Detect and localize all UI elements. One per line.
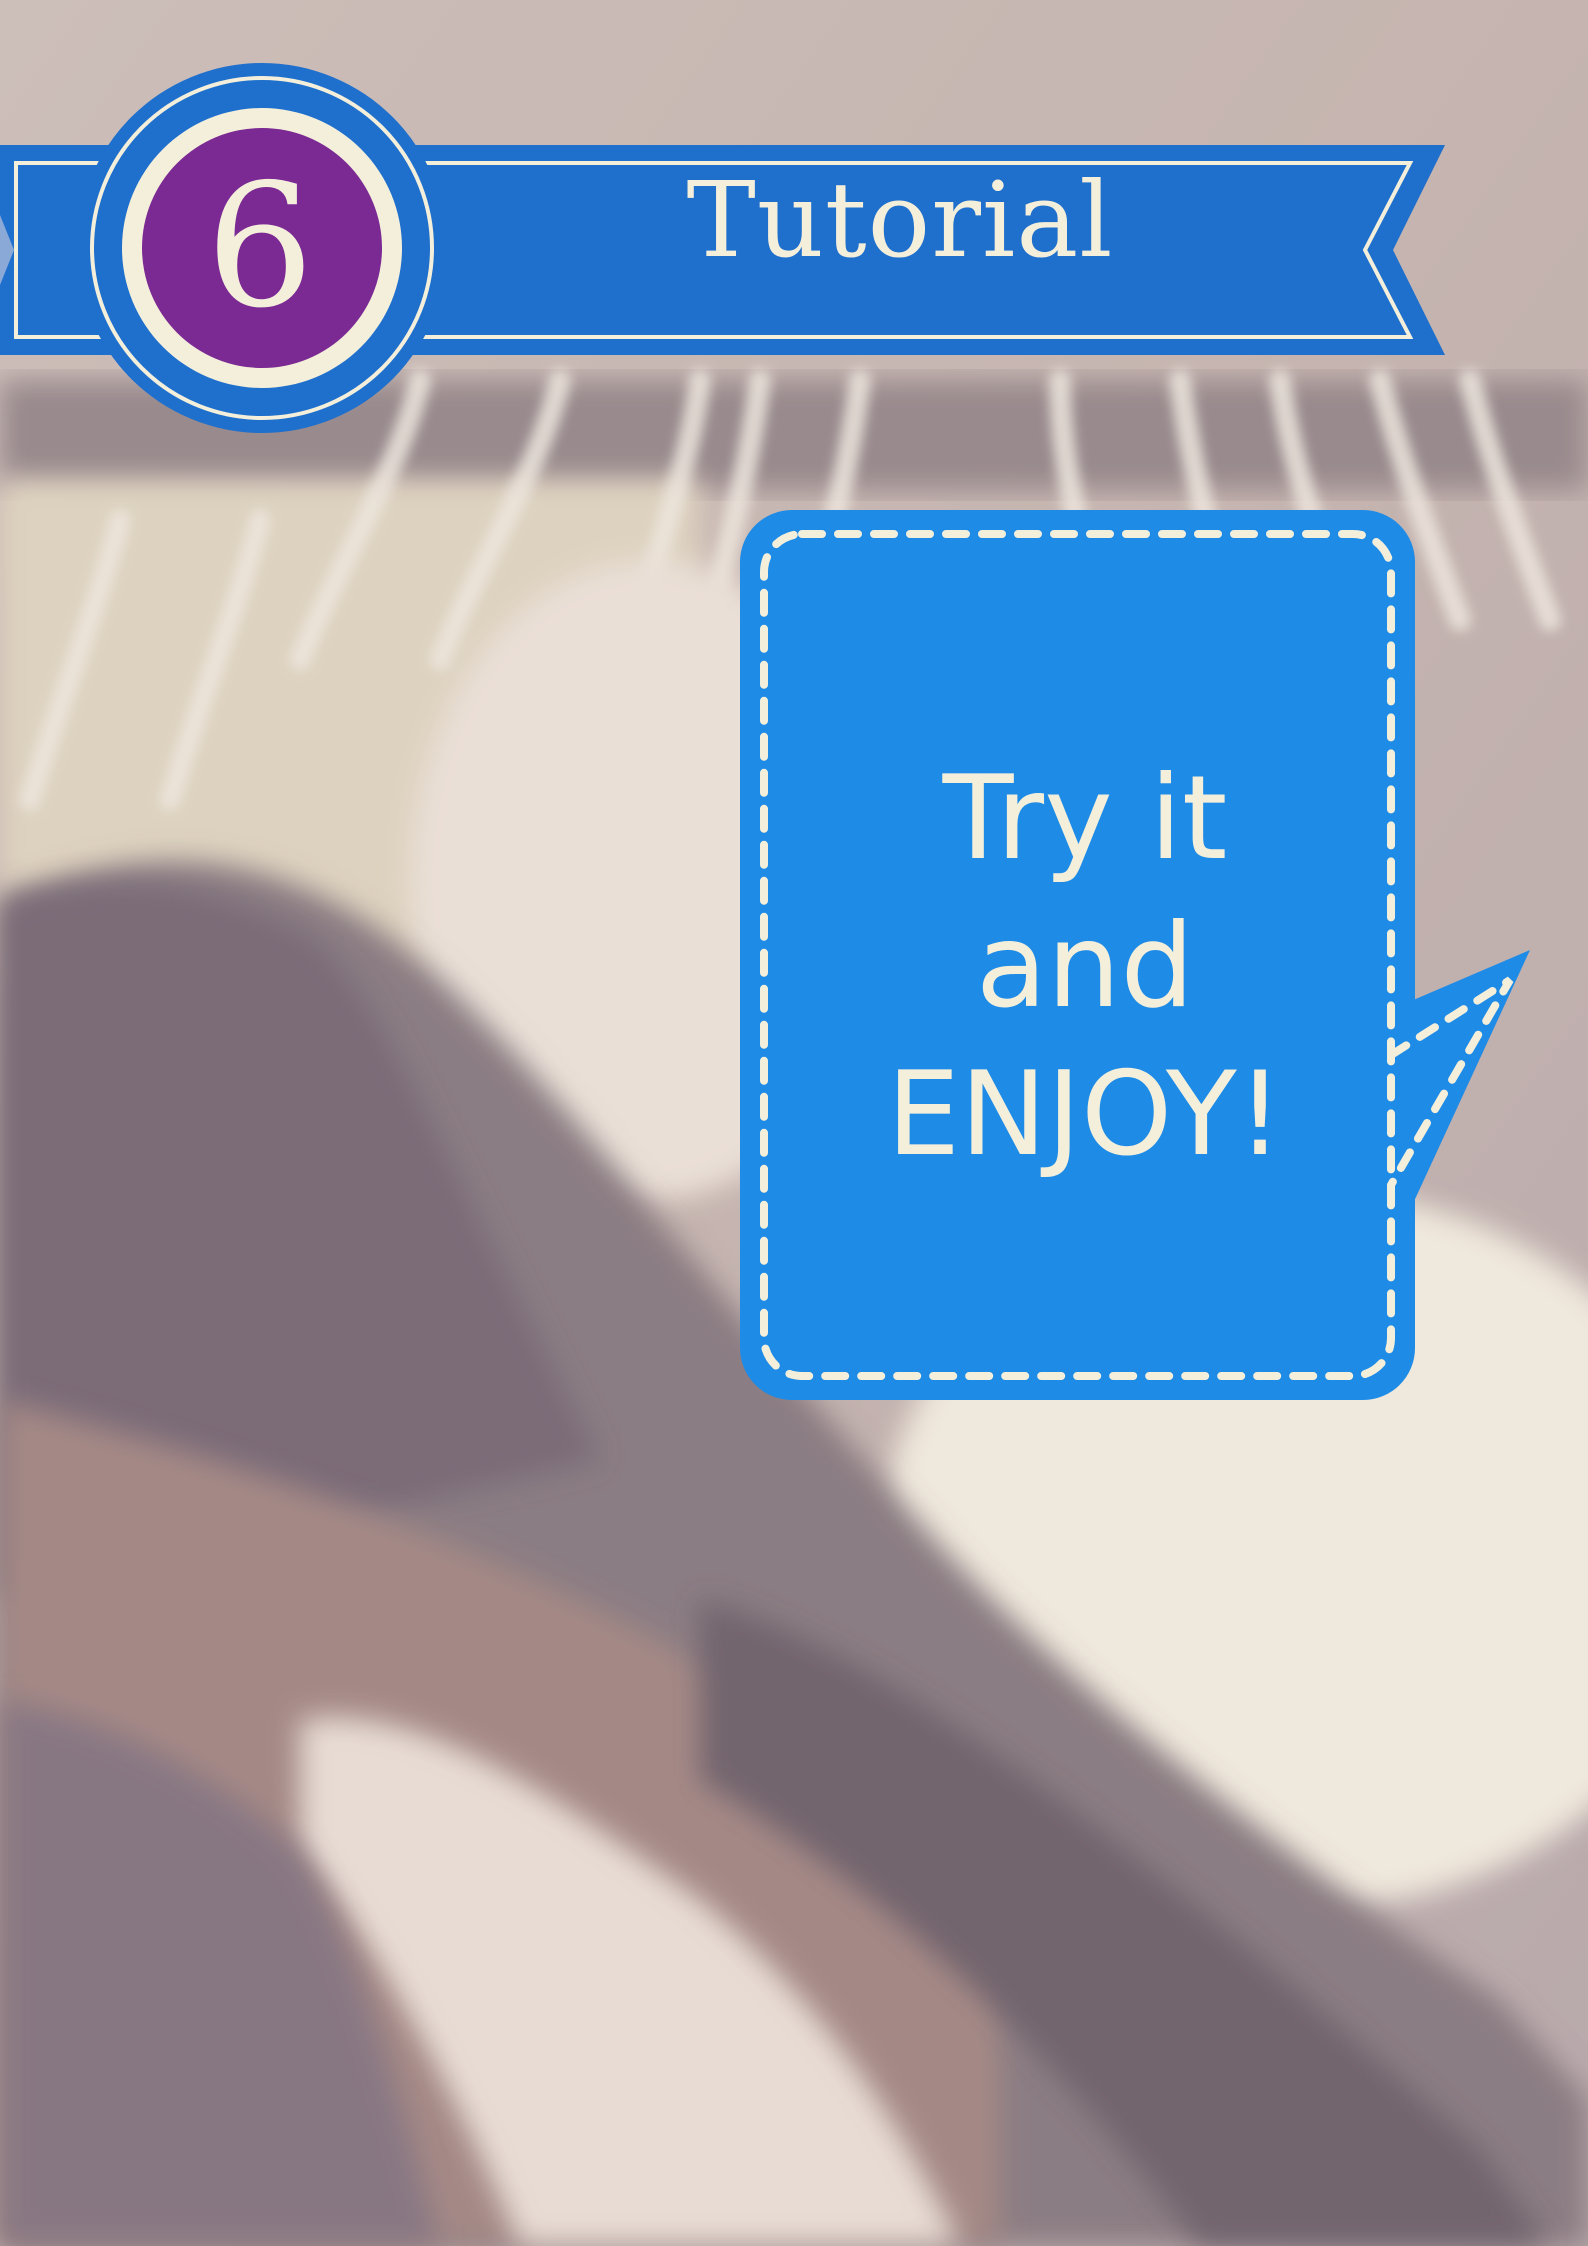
bubble-line-1: Try it: [942, 751, 1228, 886]
step-number-badge: 6: [205, 148, 315, 346]
tutorial-page: 6 Tutorial Try it and ENJOY!: [0, 0, 1588, 2246]
bubble-message: Try it and ENJOY!: [760, 745, 1410, 1189]
bubble-line-3: ENJOY!: [886, 1047, 1284, 1182]
bubble-line-2: and: [975, 899, 1195, 1034]
banner-title: Tutorial: [686, 159, 1114, 281]
